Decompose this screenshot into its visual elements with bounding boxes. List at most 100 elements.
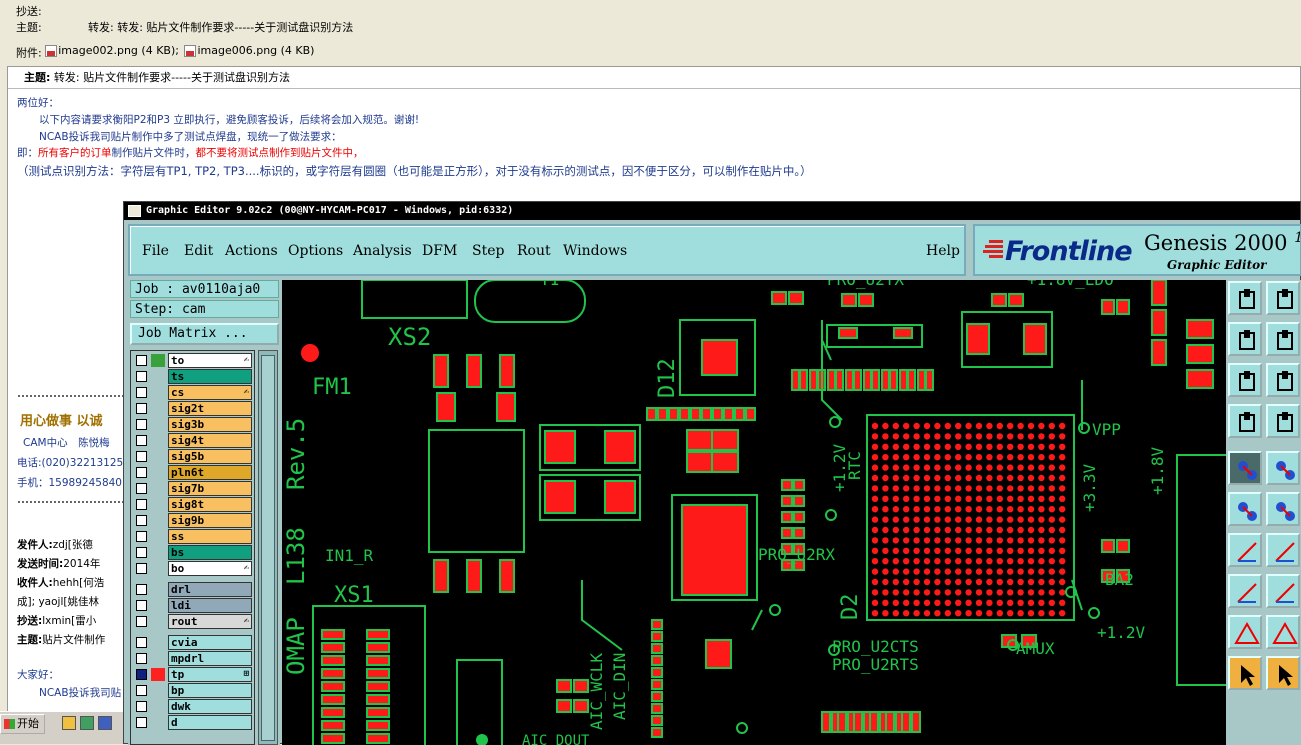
layer-name[interactable]: sig4t <box>168 433 252 448</box>
layer-checkbox[interactable] <box>136 419 147 430</box>
layer-name[interactable]: sig7b <box>168 481 252 496</box>
window-titlebar[interactable]: Graphic Editor 9.02c2 (00@NY-HYCAM-PC017… <box>124 202 1300 220</box>
layer-name[interactable]: bo ✍ <box>168 561 252 576</box>
word-icon[interactable] <box>98 716 112 730</box>
layer-name[interactable]: sig2t <box>168 401 252 416</box>
layer-checkbox[interactable] <box>136 600 147 611</box>
layer-checkbox[interactable] <box>136 669 147 680</box>
layer-row-sig2t[interactable]: sig2t <box>133 401 253 416</box>
layer-checkbox[interactable] <box>136 584 147 595</box>
layer-name[interactable]: ldi <box>168 598 252 613</box>
layer-row-cvia[interactable]: cvia <box>133 635 253 650</box>
layer-row-mpdrl[interactable]: mpdrl <box>133 651 253 666</box>
layer-checkbox[interactable] <box>136 616 147 627</box>
layer-name[interactable]: rout ✍ <box>168 614 252 629</box>
menu-options[interactable]: Options <box>288 243 343 259</box>
layer-name[interactable]: ts <box>168 369 252 384</box>
layer-row-pln6t[interactable]: pln6t <box>133 465 253 480</box>
layer-checkbox[interactable] <box>136 563 147 574</box>
layer-name[interactable]: d <box>168 715 252 730</box>
layer-checkbox[interactable] <box>136 717 147 728</box>
layer-row-ss[interactable]: ss <box>133 529 253 544</box>
layer-name[interactable]: bp <box>168 683 252 698</box>
job-matrix-button[interactable]: Job Matrix ... <box>130 323 279 345</box>
zoom-out-tool-button[interactable] <box>1266 322 1300 356</box>
layer-name[interactable]: drl <box>168 582 252 597</box>
layer-row-drl[interactable]: drl <box>133 582 253 597</box>
layer-row-ts[interactable]: ts <box>133 369 253 384</box>
layer-checkbox[interactable] <box>136 371 147 382</box>
edit-line-tool-button[interactable] <box>1266 533 1300 567</box>
layer-checkbox[interactable] <box>136 547 147 558</box>
measure-tool-button[interactable] <box>1228 404 1262 438</box>
triangle-a-tool-button[interactable] <box>1228 615 1262 649</box>
layer-row-dwk[interactable]: dwk <box>133 699 253 714</box>
layer-name[interactable]: ss <box>168 529 252 544</box>
layer-name[interactable]: mpdrl <box>168 651 252 666</box>
layer-row-sig4t[interactable]: sig4t <box>133 433 253 448</box>
menu-step[interactable]: Step <box>472 243 504 259</box>
menu-edit[interactable]: Edit <box>184 243 213 259</box>
layer-checkbox[interactable] <box>136 701 147 712</box>
layer-checkbox[interactable] <box>136 685 147 696</box>
layer-row-tp[interactable]: tp ⊞ <box>133 667 253 682</box>
layer-row-bp[interactable]: bp <box>133 683 253 698</box>
pcb-canvas[interactable]: XS2 FM1 D12 PRO_U2TX +1.8V_LDO +1.2V RTC VPP +3.… <box>282 280 1226 745</box>
start-button[interactable]: 开始 <box>0 714 45 734</box>
layer-name[interactable]: dwk <box>168 699 252 714</box>
quicklaunch-icon[interactable] <box>62 716 76 730</box>
layer-checkbox[interactable] <box>136 451 147 462</box>
pan-tool-button[interactable] <box>1266 363 1300 397</box>
layer-checkbox[interactable] <box>136 531 147 542</box>
menu-windows[interactable]: Windows <box>563 243 627 259</box>
layer-row-bs[interactable]: bs <box>133 545 253 560</box>
layer-checkbox[interactable] <box>136 653 147 664</box>
layer-row-ldi[interactable]: ldi <box>133 598 253 613</box>
fit-screen-tool-button[interactable] <box>1266 281 1300 315</box>
attachment-1[interactable]: image002.png (4 KB); <box>45 44 179 57</box>
layer-scrollbar[interactable] <box>258 350 278 745</box>
layer-name[interactable]: cvia <box>168 635 252 650</box>
split-tool-button[interactable] <box>1266 574 1300 608</box>
layer-row-to[interactable]: to ✍ <box>133 353 253 368</box>
select-feature-tool-button[interactable] <box>1228 451 1262 485</box>
menu-file[interactable]: File <box>142 243 169 259</box>
layer-row-cs[interactable]: cs ✍ <box>133 385 253 400</box>
pointer-tool-button[interactable] <box>1228 656 1262 690</box>
layer-name[interactable]: bs <box>168 545 252 560</box>
layer-checkbox[interactable] <box>136 355 147 366</box>
layer-name[interactable]: pln6t <box>168 465 252 480</box>
layer-row-d[interactable]: d <box>133 715 253 730</box>
layer-name[interactable]: sig3b <box>168 417 252 432</box>
layer-checkbox[interactable] <box>136 499 147 510</box>
layer-row-rout[interactable]: rout ✍ <box>133 614 253 629</box>
layer-row-bo[interactable]: bo ✍ <box>133 561 253 576</box>
layer-row-sig3b[interactable]: sig3b <box>133 417 253 432</box>
add-line-tool-button[interactable] <box>1228 533 1262 567</box>
pointer-box-tool-button[interactable] <box>1266 656 1300 690</box>
layer-row-sig8t[interactable]: sig8t <box>133 497 253 512</box>
layer-row-sig9b[interactable]: sig9b <box>133 513 253 528</box>
menu-rout[interactable]: Rout <box>517 243 551 259</box>
grid-tool-button[interactable] <box>1266 404 1300 438</box>
layer-checkbox[interactable] <box>136 637 147 648</box>
attachment-2[interactable]: image006.png (4 KB) <box>184 44 314 57</box>
layer-checkbox[interactable] <box>136 483 147 494</box>
layer-name[interactable]: sig8t <box>168 497 252 512</box>
layer-checkbox[interactable] <box>136 403 147 414</box>
layer-checkbox[interactable] <box>136 467 147 478</box>
menu-analysis[interactable]: Analysis <box>353 243 412 259</box>
add-pad-tool-button[interactable] <box>1228 574 1262 608</box>
snap-grid-tool-button[interactable] <box>1228 281 1262 315</box>
menu-actions[interactable]: Actions <box>225 243 278 259</box>
connect-tool-button[interactable] <box>1228 492 1262 526</box>
layer-name[interactable]: tp ⊞ <box>168 667 252 682</box>
layer-name[interactable]: cs ✍ <box>168 385 252 400</box>
layer-checkbox[interactable] <box>136 387 147 398</box>
layer-name[interactable]: to ✍ <box>168 353 252 368</box>
layer-row-sig5b[interactable]: sig5b <box>133 449 253 464</box>
menu-help[interactable]: Help <box>926 243 960 259</box>
excel-icon[interactable] <box>80 716 94 730</box>
triangle-b-tool-button[interactable] <box>1266 615 1300 649</box>
layer-checkbox[interactable] <box>136 515 147 526</box>
